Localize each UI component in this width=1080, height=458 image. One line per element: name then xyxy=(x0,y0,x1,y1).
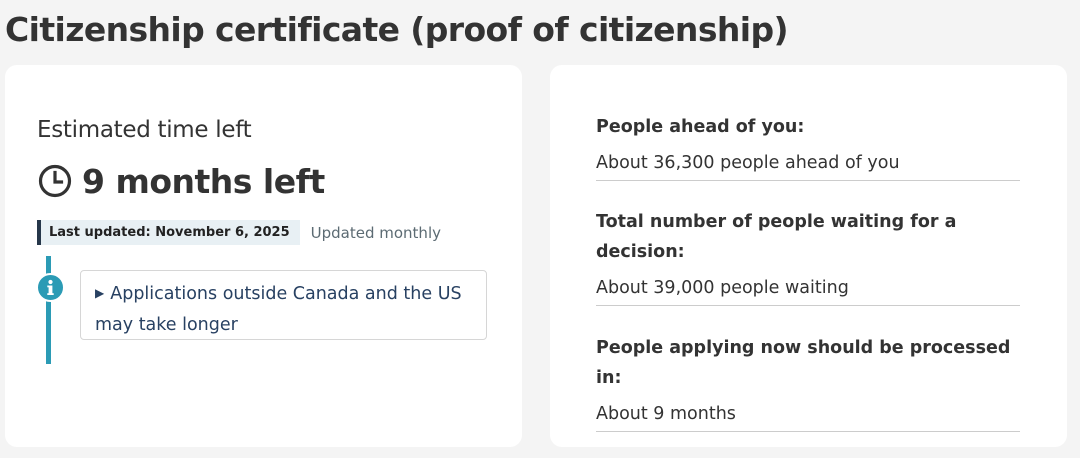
stats-card: People ahead of you: About 36,300 people… xyxy=(550,65,1067,447)
time-left-value: 9 months left xyxy=(82,161,325,201)
stat-label: Total number of people waiting for a dec… xyxy=(596,212,957,262)
update-info-row: Last updated: November 6, 2025 Updated m… xyxy=(37,220,441,245)
time-left-row: 9 months left xyxy=(37,161,325,201)
stat-label: People ahead of you: xyxy=(596,117,805,137)
page-title: Citizenship certificate (proof of citize… xyxy=(5,10,789,49)
update-frequency: Updated monthly xyxy=(310,223,441,242)
last-updated-badge: Last updated: November 6, 2025 xyxy=(37,220,300,245)
info-icon xyxy=(36,273,65,302)
details-summary-text: Applications outside Canada and the US m… xyxy=(95,284,462,335)
clock-icon xyxy=(37,163,73,199)
details-expander[interactable]: ▶ Applications outside Canada and the US … xyxy=(80,270,487,340)
estimated-time-label: Estimated time left xyxy=(37,117,252,143)
stat-value: About 36,300 people ahead of you xyxy=(596,150,1020,181)
stat-processing-time: People applying now should be processed … xyxy=(596,333,1020,432)
details-summary[interactable]: ▶ Applications outside Canada and the US … xyxy=(95,279,472,340)
stat-label: People applying now should be processed … xyxy=(596,338,1011,388)
estimate-card: Estimated time left 9 months left Last u… xyxy=(5,65,522,447)
stat-value: About 39,000 people waiting xyxy=(596,275,1020,306)
stat-people-ahead: People ahead of you: About 36,300 people… xyxy=(596,112,1020,181)
stat-total-waiting: Total number of people waiting for a dec… xyxy=(596,207,1020,306)
triangle-right-icon: ▶ xyxy=(95,286,105,300)
stat-value: About 9 months xyxy=(596,401,1020,432)
